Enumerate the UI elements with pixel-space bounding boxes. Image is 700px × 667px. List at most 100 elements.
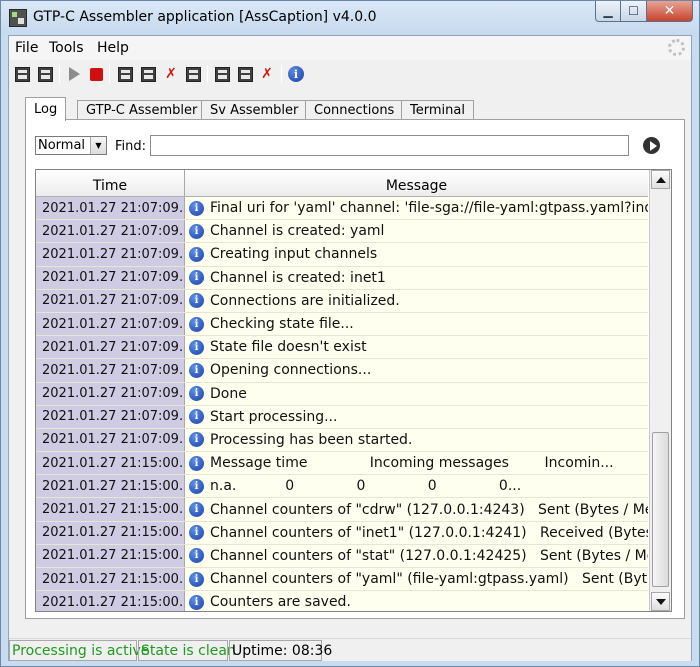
message-text: Channel counters of "cdrw" (127.0.0.1:42… <box>210 501 648 518</box>
info-icon: i <box>189 455 204 471</box>
info-icon: i <box>189 362 204 378</box>
info-icon: i <box>189 478 204 494</box>
column-header-message[interactable]: Message <box>185 170 648 196</box>
delete-state-icon: ✗ <box>165 66 177 82</box>
tab-connections[interactable]: Connections <box>305 100 404 120</box>
cell-message: i Counters are saved. <box>185 591 648 611</box>
table-row[interactable]: 2021.01.27 21:15:00.... i Message time Inc… <box>36 452 648 476</box>
export-as-button[interactable] <box>236 65 254 83</box>
tab-gtp-c-assembler[interactable]: GTP-C Assembler <box>77 100 207 120</box>
load-state-button[interactable] <box>184 65 202 83</box>
export-button[interactable] <box>213 65 231 83</box>
message-text: Final uri for 'yaml' channel: 'file-sga:… <box>210 200 648 217</box>
table-row[interactable]: 2021.01.27 21:15:00.... i n.a. 0 0 0 0... <box>36 475 648 499</box>
arrow-down-icon <box>655 598 666 605</box>
table-row[interactable]: 2021.01.27 21:15:00.... i Channel counters… <box>36 544 648 568</box>
cell-message: i Connections are initialized. <box>185 289 648 312</box>
delete-state-button[interactable]: ✗ <box>162 65 180 83</box>
toolbar-separator <box>109 65 110 83</box>
scroll-down-button[interactable] <box>651 592 670 611</box>
column-header-time[interactable]: Time <box>36 170 185 196</box>
cell-message: i Done <box>185 382 648 405</box>
cell-time: 2021.01.27 21:07:09.... <box>36 405 185 428</box>
log-rows: 2021.01.27 21:07:09.... i Final uri for 'y… <box>36 197 648 611</box>
table-row[interactable]: 2021.01.27 21:07:09.... i State file doesn… <box>36 336 648 360</box>
save-state-as-button[interactable] <box>139 65 157 83</box>
chevron-down-icon[interactable]: ▼ <box>90 137 106 154</box>
table-row[interactable]: 2021.01.27 21:07:09.... i Start processing… <box>36 405 648 429</box>
table-row[interactable]: 2021.01.27 21:07:09.... i Channel is creat… <box>36 220 648 244</box>
start-button[interactable] <box>65 65 83 83</box>
table-row[interactable]: 2021.01.27 21:07:09.... i Processing has b… <box>36 428 648 453</box>
find-input[interactable] <box>150 135 629 156</box>
info-icon: i <box>189 246 204 262</box>
about-button[interactable]: i <box>287 65 305 83</box>
arrow-up-icon <box>655 176 666 183</box>
save-log-as-button[interactable] <box>36 65 54 83</box>
app-window: GTP-C Assembler application [AssCaption]… <box>0 0 700 667</box>
menu-file[interactable]: File <box>15 40 38 56</box>
client-area: File Tools Help ✗ ✗ i Log GTP-C Assemble… <box>8 35 692 661</box>
info-icon: i <box>189 316 204 332</box>
tab-log[interactable]: Log <box>25 97 67 121</box>
table-row[interactable]: 2021.01.27 21:15:00.... i Counters are sav… <box>36 591 648 611</box>
table-row[interactable]: 2021.01.27 21:15:00.... i Channel counters… <box>36 568 648 592</box>
scroll-up-button[interactable] <box>651 170 670 189</box>
menu-help[interactable]: Help <box>97 40 129 56</box>
minimize-button[interactable]: ▁ <box>595 1 621 22</box>
info-icon: i <box>189 432 204 448</box>
title-bar[interactable]: GTP-C Assembler application [AssCaption]… <box>1 1 699 35</box>
cell-message: i Channel counters of "cdrw" (127.0.0.1:4… <box>185 498 648 521</box>
info-icon: i <box>189 594 204 610</box>
message-text: Channel counters of "stat" (127.0.0.1:42… <box>210 547 648 564</box>
app-icon[interactable] <box>9 9 27 27</box>
tab-terminal[interactable]: Terminal <box>401 100 474 120</box>
table-row[interactable]: 2021.01.27 21:15:00.... i Channel counters… <box>36 498 648 522</box>
log-level-select[interactable]: Normal ▼ <box>35 136 107 155</box>
message-text: Processing has been started. <box>210 431 413 448</box>
table-row[interactable]: 2021.01.27 21:07:09.... i Final uri for 'y… <box>36 197 648 221</box>
save-log-button[interactable] <box>13 65 31 83</box>
info-icon: i <box>189 548 204 564</box>
table-row[interactable]: 2021.01.27 21:07:09.... i Done <box>36 382 648 406</box>
vertical-scrollbar[interactable] <box>649 170 671 611</box>
scroll-thumb[interactable] <box>652 432 669 587</box>
cell-message: i Opening connections... <box>185 359 648 382</box>
info-icon: i <box>189 270 204 286</box>
cell-time: 2021.01.27 21:15:00.... <box>36 452 185 475</box>
info-icon: i <box>189 223 204 239</box>
table-row[interactable]: 2021.01.27 21:07:09.... i Checking state f… <box>36 312 648 337</box>
message-text: Channel is created: inet1 <box>210 269 386 286</box>
table-row[interactable]: 2021.01.27 21:07:09.... i Connections are … <box>36 289 648 313</box>
log-table-header: Time Message <box>36 170 648 197</box>
clear-icon: ✗ <box>261 66 273 82</box>
table-row[interactable]: 2021.01.27 21:07:09.... i Opening connecti… <box>36 359 648 383</box>
load-state-icon <box>185 66 201 82</box>
info-icon: i <box>189 386 204 402</box>
info-icon: i <box>288 66 304 82</box>
menu-tools[interactable]: Tools <box>49 40 84 56</box>
message-text: n.a. 0 0 0 0... <box>210 478 522 495</box>
cell-time: 2021.01.27 21:07:09.... <box>36 336 185 359</box>
tab-sv-assembler[interactable]: Sv Assembler <box>201 100 308 120</box>
find-go-icon[interactable] <box>643 137 660 154</box>
message-text: Connections are initialized. <box>210 292 400 309</box>
cell-time: 2021.01.27 21:15:00.... <box>36 568 185 591</box>
message-text: Channel counters of "inet1" (127.0.0.1:4… <box>210 524 648 541</box>
save-state-button[interactable] <box>116 65 134 83</box>
close-button[interactable]: ✕ <box>647 1 693 22</box>
info-icon: i <box>189 200 204 216</box>
cell-message: i n.a. 0 0 0 0... <box>185 475 648 498</box>
table-row[interactable]: 2021.01.27 21:15:00.... i Channel counters… <box>36 521 648 545</box>
log-table[interactable]: Time Message 2021.01.27 21:07:09.... i Fin… <box>35 169 672 612</box>
message-text: State file doesn't exist <box>210 339 367 356</box>
stop-button[interactable] <box>87 65 105 83</box>
maximize-button[interactable]: ☐ <box>621 1 647 22</box>
table-row[interactable]: 2021.01.27 21:07:09.... i Channel is creat… <box>36 266 648 290</box>
cell-message: i Processing has been started. <box>185 428 648 452</box>
cell-message: i Channel is created: yaml <box>185 220 648 243</box>
clear-button[interactable]: ✗ <box>258 65 276 83</box>
status-bar: Processing is active State is clean Upti… <box>9 638 691 661</box>
export-as-icon <box>237 66 253 82</box>
table-row[interactable]: 2021.01.27 21:07:09.... i Creating input c… <box>36 243 648 267</box>
